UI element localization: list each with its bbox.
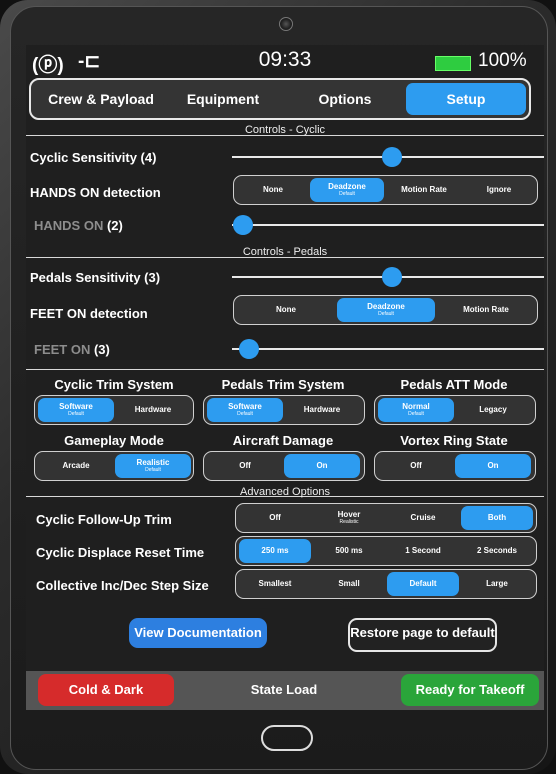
- option-250ms[interactable]: 250 ms: [239, 539, 311, 563]
- option-hardware[interactable]: Hardware: [115, 398, 191, 422]
- option-1-second[interactable]: 1 Second: [387, 539, 459, 563]
- section-title-cyclic: Controls - Cyclic: [244, 124, 326, 136]
- cyclic-sensitivity-label: Cyclic Sensitivity (4): [30, 150, 157, 165]
- view-documentation-button[interactable]: View Documentation: [129, 618, 267, 648]
- follow-up-trim-label: Cyclic Follow-Up Trim: [36, 512, 172, 527]
- option-off[interactable]: Off: [378, 454, 454, 478]
- feet-on-value: (3): [93, 342, 110, 357]
- gameplay-mode-title: Gameplay Mode: [64, 433, 164, 448]
- cyclic-trim-selector: Software Default Hardware: [34, 395, 194, 425]
- tab-crew-payload[interactable]: Crew & Payload: [41, 83, 161, 115]
- aircraft-damage-selector: Off On: [203, 451, 365, 481]
- option-off[interactable]: Off: [239, 506, 311, 530]
- option-normal[interactable]: Normal Default: [378, 398, 454, 422]
- pedals-att-title: Pedals ATT Mode: [400, 377, 508, 392]
- feet-on-label: FEET ON (3): [34, 342, 110, 357]
- hands-on-detection-selector: None Deadzone Default Motion Rate Ignore: [233, 175, 538, 205]
- cyclic-sensitivity-thumb[interactable]: [382, 147, 402, 167]
- follow-up-trim-selector: Off Hover Realistic Cruise Both: [235, 503, 537, 533]
- status-bar: (ⓟ) -⊏ 09:33 100%: [26, 45, 544, 76]
- option-deadzone[interactable]: Deadzone Default: [337, 298, 435, 322]
- option-none[interactable]: None: [238, 298, 334, 322]
- option-ignore[interactable]: Ignore: [464, 178, 534, 202]
- option-legacy[interactable]: Legacy: [455, 398, 531, 422]
- feet-on-slider[interactable]: [232, 348, 544, 350]
- step-size-label: Collective Inc/Dec Step Size: [36, 578, 209, 593]
- restore-default-button[interactable]: Restore page to default: [348, 618, 497, 652]
- battery-percent: 100%: [478, 50, 527, 71]
- option-realistic[interactable]: Realistic Default: [115, 454, 191, 478]
- tablet-device: (ⓟ) -⊏ 09:33 100% Crew & Payload Equipme…: [0, 0, 556, 774]
- vortex-ring-title: Vortex Ring State: [400, 433, 508, 448]
- option-motion-rate[interactable]: Motion Rate: [438, 298, 534, 322]
- step-size-selector: Smallest Small Default Large: [235, 569, 537, 599]
- option-deadzone[interactable]: Deadzone Default: [310, 178, 384, 202]
- option-2-seconds[interactable]: 2 Seconds: [461, 539, 533, 563]
- option-on[interactable]: On: [455, 454, 531, 478]
- battery-icon: [435, 56, 471, 71]
- option-arcade[interactable]: Arcade: [38, 454, 114, 478]
- pedals-trim-selector: Software Default Hardware: [203, 395, 365, 425]
- option-software[interactable]: Software Default: [38, 398, 114, 422]
- displace-reset-label: Cyclic Displace Reset Time: [36, 545, 205, 560]
- option-none[interactable]: None: [238, 178, 308, 202]
- cyclic-trim-title: Cyclic Trim System: [54, 377, 174, 392]
- efb-screen: (ⓟ) -⊏ 09:33 100% Crew & Payload Equipme…: [26, 45, 544, 710]
- camera-icon: [279, 17, 293, 31]
- hands-on-thumb[interactable]: [233, 215, 253, 235]
- option-small[interactable]: Small: [313, 572, 385, 596]
- hands-on-label: HANDS ON (2): [34, 218, 123, 233]
- option-off[interactable]: Off: [207, 454, 283, 478]
- section-title-pedals: Controls - Pedals: [242, 246, 328, 258]
- state-load-button[interactable]: State Load: [216, 674, 352, 706]
- option-smallest[interactable]: Smallest: [239, 572, 311, 596]
- home-button[interactable]: [261, 725, 313, 751]
- option-cruise[interactable]: Cruise: [387, 506, 459, 530]
- option-500ms[interactable]: 500 ms: [313, 539, 385, 563]
- pedals-att-selector: Normal Default Legacy: [374, 395, 536, 425]
- feet-on-thumb[interactable]: [239, 339, 259, 359]
- option-large[interactable]: Large: [461, 572, 533, 596]
- pedals-sensitivity-label: Pedals Sensitivity (3): [30, 270, 161, 285]
- option-default[interactable]: Default: [387, 572, 459, 596]
- ready-for-takeoff-button[interactable]: Ready for Takeoff: [401, 674, 539, 706]
- feet-on-detection-label: FEET ON detection: [30, 306, 148, 321]
- section-title-advanced: Advanced Options: [240, 486, 330, 498]
- tab-bar: Crew & Payload Equipment Options Setup: [29, 78, 531, 120]
- hands-on-detection-label: HANDS ON detection: [30, 185, 161, 200]
- bottom-bar: Cold & Dark State Load Ready for Takeoff: [26, 671, 544, 710]
- hands-on-value: (2): [106, 218, 123, 233]
- gameplay-mode-selector: Arcade Realistic Default: [34, 451, 194, 481]
- option-both[interactable]: Both: [461, 506, 533, 530]
- vortex-ring-selector: Off On: [374, 451, 536, 481]
- hands-on-slider[interactable]: [232, 224, 544, 226]
- option-on[interactable]: On: [284, 454, 360, 478]
- divider: [26, 369, 544, 370]
- aircraft-damage-title: Aircraft Damage: [232, 433, 334, 448]
- pedals-sensitivity-thumb[interactable]: [382, 267, 402, 287]
- cold-dark-button[interactable]: Cold & Dark: [38, 674, 174, 706]
- option-motion-rate[interactable]: Motion Rate: [386, 178, 462, 202]
- tab-setup[interactable]: Setup: [406, 83, 526, 115]
- tab-options[interactable]: Options: [285, 83, 405, 115]
- tab-equipment[interactable]: Equipment: [163, 83, 283, 115]
- feet-on-detection-selector: None Deadzone Default Motion Rate: [233, 295, 538, 325]
- option-software[interactable]: Software Default: [207, 398, 283, 422]
- pedals-trim-title: Pedals Trim System: [221, 377, 345, 392]
- option-hover[interactable]: Hover Realistic: [313, 506, 385, 530]
- option-hardware[interactable]: Hardware: [284, 398, 360, 422]
- displace-reset-selector: 250 ms 500 ms 1 Second 2 Seconds: [235, 536, 537, 566]
